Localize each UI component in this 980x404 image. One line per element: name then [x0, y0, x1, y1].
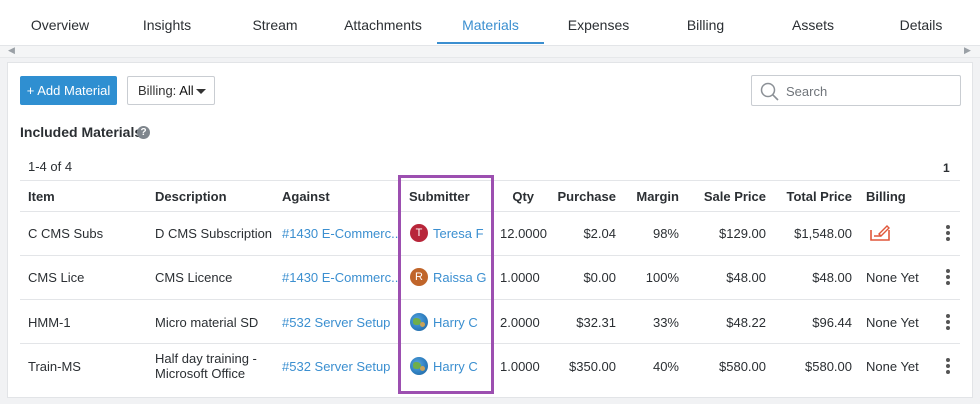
col-header-total-price[interactable]: Total Price — [775, 189, 852, 204]
chevron-down-icon — [196, 89, 206, 94]
cell-sale-price: $580.00 — [719, 359, 766, 374]
cell-margin: 40% — [652, 359, 679, 374]
billing-filter-value: All — [179, 83, 194, 98]
cell-total-price: $96.44 — [812, 315, 852, 330]
against-link[interactable]: #1430 E-Commerc... — [282, 226, 402, 241]
col-header-sale-price[interactable]: Sale Price — [690, 189, 766, 204]
tab-assets[interactable]: Assets — [759, 0, 867, 46]
tab-details[interactable]: Details — [867, 0, 975, 46]
row-menu-icon[interactable] — [943, 358, 953, 374]
cell-description: Micro material SD — [155, 315, 259, 330]
cell-margin: 100% — [645, 270, 679, 285]
cell-qty: 2.0000 — [500, 315, 540, 330]
scroll-right-icon[interactable]: ▶ — [964, 45, 971, 56]
section-title: Included Materials — [20, 124, 143, 140]
against-link[interactable]: #532 Server Setup — [282, 359, 390, 374]
cell-sale-price: $129.00 — [719, 226, 766, 241]
cell-item: C CMS Subs — [28, 226, 104, 241]
against-link[interactable]: #532 Server Setup — [282, 315, 390, 330]
cell-purchase: $350.00 — [569, 359, 616, 374]
active-tab-indicator — [437, 42, 544, 44]
col-header-description[interactable]: Description — [155, 189, 227, 204]
add-material-button[interactable]: + Add Material — [20, 76, 117, 105]
cell-item: CMS Lice — [28, 270, 85, 285]
col-header-item[interactable]: Item — [28, 189, 55, 204]
row-menu-icon[interactable] — [943, 314, 953, 330]
cell-description: Half day training - Microsoft Office — [155, 351, 257, 381]
cell-item: HMM-1 — [28, 315, 71, 330]
col-header-billing[interactable]: Billing — [866, 189, 906, 204]
cell-total-price: $1,548.00 — [794, 226, 852, 241]
tab-bar: Overview Insights Stream Attachments Mat… — [0, 0, 980, 46]
col-header-against[interactable]: Against — [282, 189, 330, 204]
cell-sale-price: $48.00 — [726, 270, 766, 285]
against-link[interactable]: #1430 E-Commerc... — [282, 270, 402, 285]
cell-qty: 12.0000 — [500, 226, 547, 241]
result-count: 1-4 of 4 — [28, 159, 73, 174]
col-header-purchase[interactable]: Purchase — [545, 189, 616, 204]
cell-description: CMS Licence — [155, 270, 233, 285]
row-menu-icon[interactable] — [943, 269, 953, 285]
col-header-margin[interactable]: Margin — [622, 189, 679, 204]
billing-filter-label: Billing: — [138, 83, 177, 98]
search-box[interactable] — [751, 75, 961, 106]
cell-sale-price: $48.22 — [726, 315, 766, 330]
tab-expenses[interactable]: Expenses — [545, 0, 652, 46]
search-icon — [760, 82, 779, 101]
cell-qty: 1.0000 — [500, 270, 540, 285]
cell-margin: 33% — [652, 315, 679, 330]
tab-attachments[interactable]: Attachments — [329, 0, 437, 46]
tab-scrollbar[interactable]: ◀ ▶ — [0, 45, 980, 58]
search-input[interactable] — [786, 81, 954, 101]
cell-purchase: $32.31 — [576, 315, 616, 330]
tab-materials[interactable]: Materials — [437, 0, 544, 46]
cell-billing: None Yet — [866, 359, 919, 374]
tab-billing[interactable]: Billing — [652, 0, 759, 46]
submitter-column-highlight — [398, 175, 494, 394]
invoice-edit-icon[interactable] — [869, 224, 891, 242]
cell-purchase: $2.04 — [583, 226, 616, 241]
tab-stream[interactable]: Stream — [222, 0, 328, 46]
question-circle-icon[interactable]: ? — [137, 126, 150, 139]
cell-margin: 98% — [652, 226, 679, 241]
tab-overview[interactable]: Overview — [10, 0, 110, 46]
cell-billing: None Yet — [866, 270, 919, 285]
cell-total-price: $580.00 — [805, 359, 852, 374]
cell-billing: None Yet — [866, 315, 919, 330]
cell-qty: 1.0000 — [500, 359, 540, 374]
cell-total-price: $48.00 — [812, 270, 852, 285]
billing-filter-dropdown[interactable]: Billing: All — [127, 76, 215, 105]
col-header-qty[interactable]: Qty — [494, 189, 534, 204]
scroll-left-icon[interactable]: ◀ — [8, 45, 15, 56]
row-menu-icon[interactable] — [943, 225, 953, 241]
cell-item: Train-MS — [28, 359, 81, 374]
cell-purchase: $0.00 — [583, 270, 616, 285]
cell-description: D CMS Subscription — [155, 226, 273, 241]
tab-insights[interactable]: Insights — [114, 0, 220, 46]
page-number[interactable]: 1 — [943, 161, 950, 175]
